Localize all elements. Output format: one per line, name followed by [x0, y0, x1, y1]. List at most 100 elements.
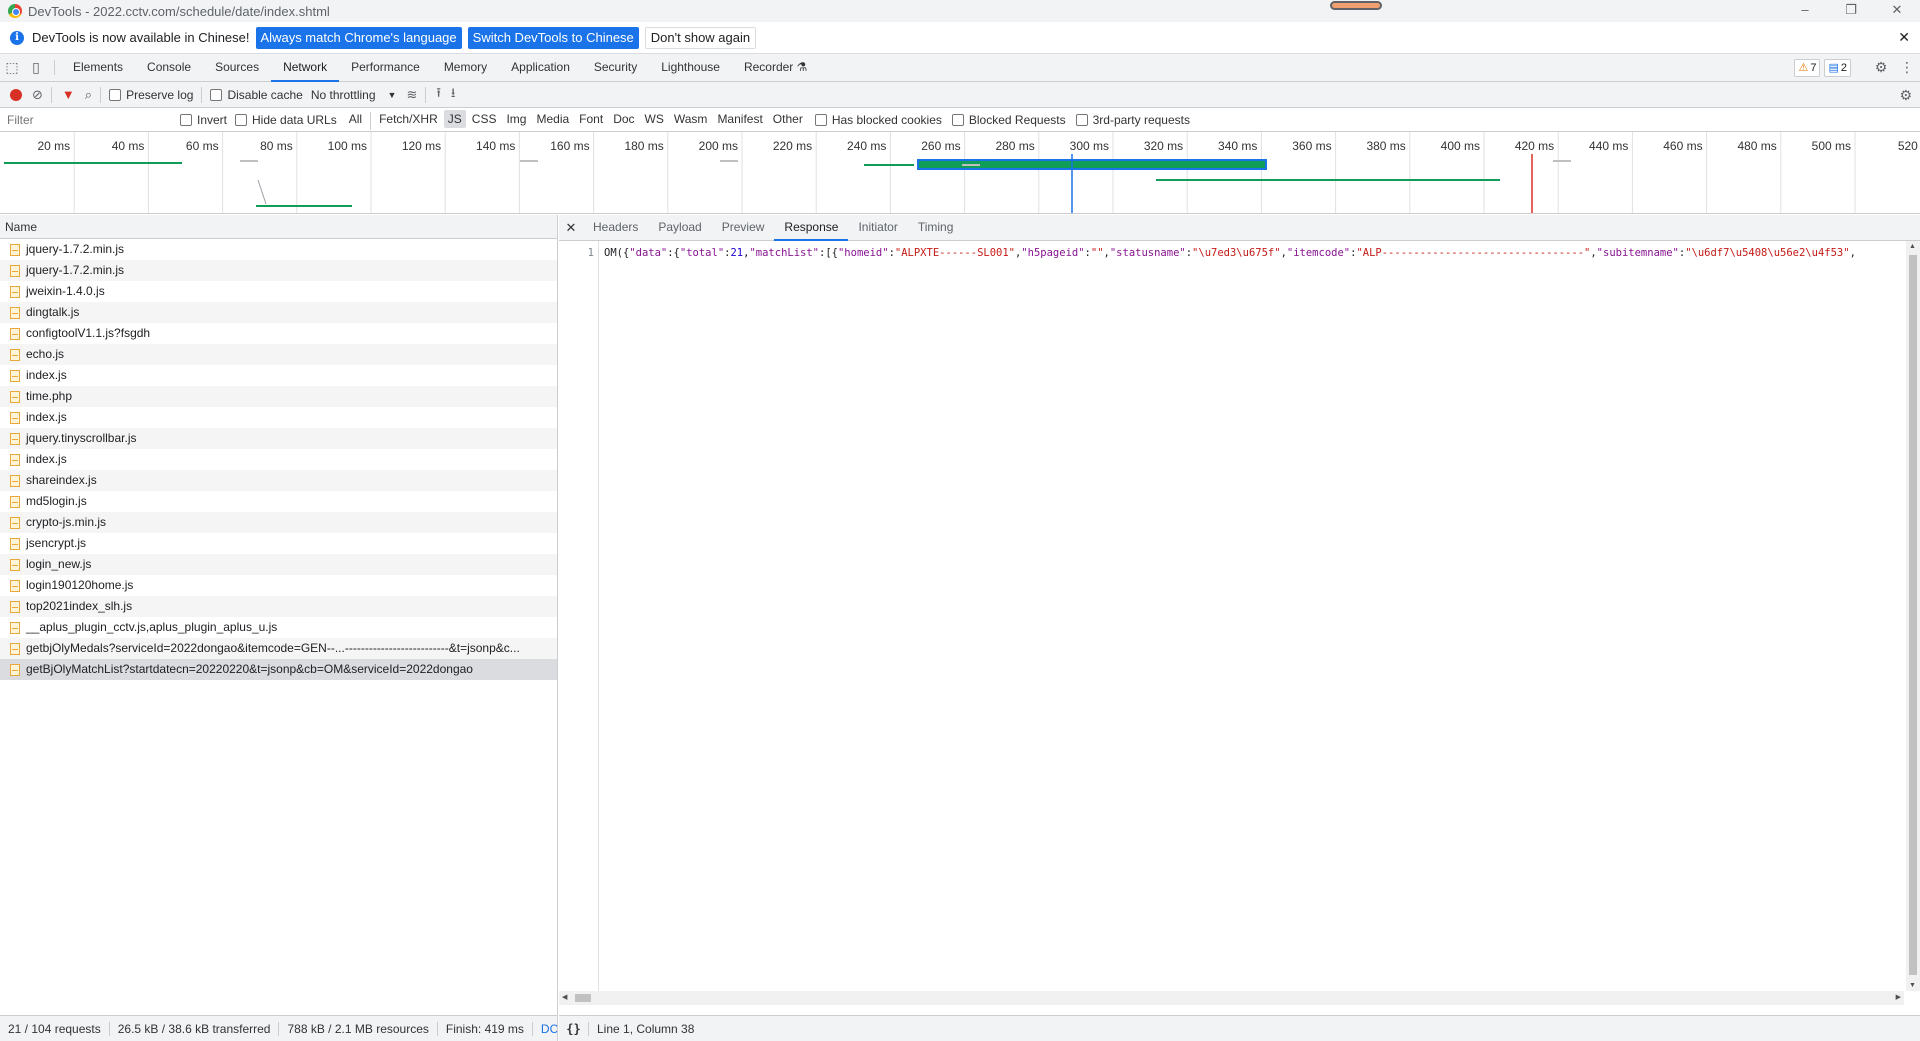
tab-recorder[interactable]: Recorder ⚗: [732, 54, 819, 81]
request-row[interactable]: index.js: [0, 449, 557, 470]
scroll-down-icon[interactable]: ▼: [1909, 982, 1916, 989]
network-overview-timeline[interactable]: 20 ms 40 ms 60 ms 80 ms 100 ms 120 ms 140 ms 16…: [0, 132, 1920, 214]
invert-box[interactable]: [180, 113, 192, 126]
close-window-button[interactable]: ✕: [1874, 0, 1920, 22]
type-img[interactable]: Img: [502, 110, 530, 128]
network-settings-gear-icon[interactable]: ⚙: [1899, 87, 1912, 104]
type-media[interactable]: Media: [532, 110, 573, 128]
restore-button[interactable]: ❐: [1828, 0, 1874, 22]
network-conditions-icon[interactable]: ≋: [406, 87, 417, 103]
tab-lighthouse[interactable]: Lighthouse: [649, 54, 732, 81]
request-row[interactable]: login190120home.js: [0, 575, 557, 596]
record-icon[interactable]: [10, 88, 22, 101]
tab-payload[interactable]: Payload: [648, 215, 711, 240]
request-row[interactable]: configtoolV1.1.js?fsgdh: [0, 323, 557, 344]
disable-cache-checkbox[interactable]: Disable cache: [210, 88, 303, 102]
close-infobar-icon[interactable]: ✕: [1898, 29, 1910, 46]
request-row[interactable]: jquery.tinyscrollbar.js: [0, 428, 557, 449]
search-icon[interactable]: ⌕: [85, 87, 92, 103]
export-har-icon[interactable]: ⭳: [451, 84, 456, 106]
filter-input[interactable]: [2, 109, 168, 130]
tab-initiator[interactable]: Initiator: [848, 215, 907, 240]
request-row[interactable]: jsencrypt.js: [0, 533, 557, 554]
filter-funnel-icon[interactable]: ▼: [62, 87, 75, 102]
scroll-right-icon[interactable]: ▶: [1896, 993, 1901, 1001]
request-row[interactable]: getbjOlyMedals?serviceId=2022dongao&item…: [0, 638, 557, 659]
type-wasm[interactable]: Wasm: [670, 110, 712, 128]
has-blocked-cookies-checkbox[interactable]: Has blocked cookies: [814, 113, 942, 127]
drag-handle-icon[interactable]: [1330, 1, 1382, 10]
type-fetch-xhr[interactable]: Fetch/XHR: [375, 110, 442, 128]
horizontal-scroll-thumb[interactable]: [575, 994, 591, 1002]
type-all[interactable]: All: [345, 110, 366, 128]
switch-chinese-button[interactable]: Switch DevTools to Chinese: [467, 26, 639, 49]
preserve-log-box[interactable]: [109, 88, 122, 101]
request-row[interactable]: echo.js: [0, 344, 557, 365]
type-font[interactable]: Font: [575, 110, 607, 128]
tab-timing[interactable]: Timing: [908, 215, 964, 240]
more-options-icon[interactable]: ⋮: [1894, 59, 1920, 76]
type-other[interactable]: Other: [769, 110, 807, 128]
hide-data-urls-box[interactable]: [235, 113, 248, 126]
settings-gear-icon[interactable]: ⚙: [1868, 59, 1894, 76]
request-row[interactable]: index.js: [0, 407, 557, 428]
tab-headers[interactable]: Headers: [583, 215, 648, 240]
tab-network[interactable]: Network: [271, 54, 340, 82]
hide-data-urls-checkbox[interactable]: Hide data URLs: [235, 113, 337, 127]
tab-performance[interactable]: Performance: [339, 54, 432, 81]
tab-sources[interactable]: Sources: [203, 54, 271, 81]
request-row[interactable]: getBjOlyMatchList?startdatecn=20220220&t…: [0, 659, 557, 680]
request-row[interactable]: shareindex.js: [0, 470, 557, 491]
request-row[interactable]: __aplus_plugin_cctv.js,aplus_plugin_aplu…: [0, 617, 557, 638]
vertical-scrollbar[interactable]: ▲ ▼: [1906, 241, 1920, 991]
type-ws[interactable]: WS: [641, 110, 668, 128]
tab-memory[interactable]: Memory: [432, 54, 499, 81]
minimize-button[interactable]: –: [1782, 0, 1828, 22]
has-blocked-cookies-box[interactable]: [814, 113, 827, 126]
vertical-scroll-thumb[interactable]: [1909, 255, 1917, 975]
type-doc[interactable]: Doc: [609, 110, 638, 128]
tab-preview[interactable]: Preview: [712, 215, 775, 240]
messages-badge[interactable]: ▤ 2: [1824, 58, 1851, 77]
horizontal-scrollbar[interactable]: ◀ ▶: [559, 991, 1904, 1005]
request-row[interactable]: jquery-1.7.2.min.js: [0, 239, 557, 260]
tab-response[interactable]: Response: [774, 215, 849, 241]
pretty-print-button[interactable]: {}: [559, 1021, 589, 1036]
scroll-left-icon[interactable]: ◀: [562, 993, 567, 1001]
type-manifest[interactable]: Manifest: [713, 110, 766, 128]
tab-application[interactable]: Application: [499, 54, 582, 81]
request-row[interactable]: jquery-1.7.2.min.js: [0, 260, 557, 281]
request-row[interactable]: jweixin-1.4.0.js: [0, 281, 557, 302]
third-party-box[interactable]: [1075, 113, 1088, 126]
request-row[interactable]: time.php: [0, 386, 557, 407]
throttling-select[interactable]: No throttling ▼: [311, 88, 397, 102]
blocked-requests-checkbox[interactable]: Blocked Requests: [951, 113, 1066, 127]
close-detail-icon[interactable]: ✕: [559, 215, 583, 240]
request-row[interactable]: index.js: [0, 365, 557, 386]
tab-security[interactable]: Security: [582, 54, 649, 81]
overview-canvas[interactable]: 20 ms 40 ms 60 ms 80 ms 100 ms 120 ms 140 ms 16…: [0, 132, 1920, 214]
invert-checkbox[interactable]: Invert: [180, 113, 227, 127]
response-editor[interactable]: 1 OM({"data":{"total":21,"matchList":[{"…: [559, 241, 1904, 991]
blocked-requests-box[interactable]: [951, 113, 964, 126]
request-row[interactable]: md5login.js: [0, 491, 557, 512]
disable-cache-box[interactable]: [210, 88, 223, 101]
scroll-up-icon[interactable]: ▲: [1909, 243, 1916, 250]
device-toolbar-icon[interactable]: ▯: [24, 54, 48, 81]
preserve-log-checkbox[interactable]: Preserve log: [109, 88, 193, 102]
request-row[interactable]: login_new.js: [0, 554, 557, 575]
type-css[interactable]: CSS: [468, 110, 501, 128]
request-row[interactable]: crypto-js.min.js: [0, 512, 557, 533]
inspect-element-icon[interactable]: ⬚: [0, 54, 24, 81]
import-har-icon[interactable]: ⭱: [436, 84, 441, 106]
request-row[interactable]: dingtalk.js: [0, 302, 557, 323]
type-js[interactable]: JS: [443, 109, 466, 128]
third-party-checkbox[interactable]: 3rd-party requests: [1075, 113, 1190, 127]
match-language-button[interactable]: Always match Chrome's language: [255, 26, 462, 49]
tab-elements[interactable]: Elements: [61, 54, 135, 81]
clear-icon[interactable]: ⊘: [32, 87, 43, 103]
tab-console[interactable]: Console: [135, 54, 203, 81]
request-row[interactable]: top2021index_slh.js: [0, 596, 557, 617]
warnings-badge[interactable]: ⚠ 7: [1794, 58, 1821, 77]
response-code-line[interactable]: OM({"data":{"total":21,"matchList":[{"ho…: [604, 247, 1899, 259]
